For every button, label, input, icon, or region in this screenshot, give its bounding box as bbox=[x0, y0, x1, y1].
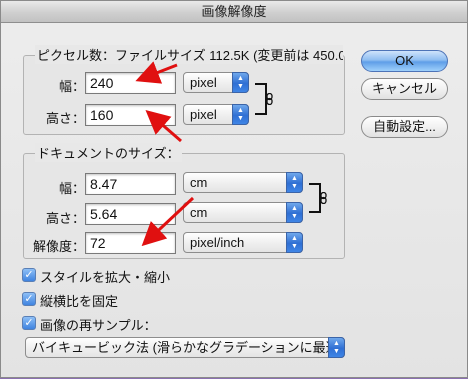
resolution-input[interactable]: 72 bbox=[85, 232, 176, 254]
stepper-arrows-icon: ▲ ▼ bbox=[328, 337, 345, 358]
cancel-button[interactable]: キャンセル bbox=[361, 78, 448, 100]
stepper-arrows-icon: ▲ ▼ bbox=[232, 104, 249, 125]
stepper-arrows-icon: ▲ ▼ bbox=[286, 202, 303, 223]
document-width-input[interactable]: 8.47 bbox=[85, 173, 176, 195]
scale-styles-checkbox[interactable]: ✓ bbox=[22, 268, 36, 282]
document-height-unit: cm bbox=[190, 205, 208, 220]
pixel-height-label: 高さ： bbox=[45, 111, 85, 126]
image-size-dialog: 画像解像度 ピクセル数：ファイルサイズ 112.5K (変更前は 450.0 幅… bbox=[0, 0, 468, 378]
constrain-proportions-checkbox[interactable]: ✓ bbox=[22, 292, 36, 306]
stepper-arrows-icon: ▲ ▼ bbox=[286, 232, 303, 253]
document-size-title: ドキュメントのサイズ： bbox=[35, 143, 182, 162]
pixel-height-unit-select[interactable]: pixel ▲ ▼ bbox=[183, 104, 249, 125]
stepper-arrows-icon: ▲ ▼ bbox=[232, 72, 249, 93]
auto-button[interactable]: 自動設定... bbox=[361, 116, 448, 138]
resample-method-select[interactable]: バイキュービック法 (滑らかなグラデーションに最適) ▲ ▼ bbox=[25, 337, 345, 358]
resample-label: 画像の再サンプル： bbox=[40, 318, 157, 333]
pixel-height-unit: pixel bbox=[190, 107, 217, 122]
pixel-dimensions-title: ピクセル数：ファイルサイズ 112.5K (変更前は 450.0 bbox=[35, 45, 343, 64]
document-height-unit-select[interactable]: cm ▲ ▼ bbox=[183, 202, 303, 223]
document-height-label: 高さ： bbox=[45, 211, 85, 226]
pixel-width-unit: pixel bbox=[190, 75, 217, 90]
chain-link-icon bbox=[320, 192, 327, 204]
resample-checkbox[interactable]: ✓ bbox=[22, 316, 36, 330]
pixel-width-label: 幅： bbox=[58, 79, 85, 94]
stepper-arrows-icon: ▲ ▼ bbox=[286, 172, 303, 193]
document-height-input[interactable]: 5.64 bbox=[85, 203, 176, 225]
pixel-width-unit-select[interactable]: pixel ▲ ▼ bbox=[183, 72, 249, 93]
document-width-label: 幅： bbox=[58, 181, 85, 196]
window-title: 画像解像度 bbox=[1, 1, 467, 23]
resample-method-value: バイキュービック法 (滑らかなグラデーションに最適) bbox=[32, 340, 344, 355]
scale-styles-label: スタイルを拡大・縮小 bbox=[40, 270, 171, 285]
resolution-unit-select[interactable]: pixel/inch ▲ ▼ bbox=[183, 232, 303, 253]
resolution-unit: pixel/inch bbox=[190, 235, 245, 250]
pixel-width-input[interactable]: 240 bbox=[85, 72, 176, 94]
resolution-label: 解像度： bbox=[32, 239, 85, 254]
document-width-unit: cm bbox=[190, 175, 208, 190]
document-width-unit-select[interactable]: cm ▲ ▼ bbox=[183, 172, 303, 193]
pixel-height-input[interactable]: 160 bbox=[85, 104, 176, 126]
chain-link-icon bbox=[266, 93, 273, 105]
ok-button[interactable]: OK bbox=[361, 50, 448, 72]
constrain-proportions-label: 縦横比を固定 bbox=[40, 294, 119, 309]
